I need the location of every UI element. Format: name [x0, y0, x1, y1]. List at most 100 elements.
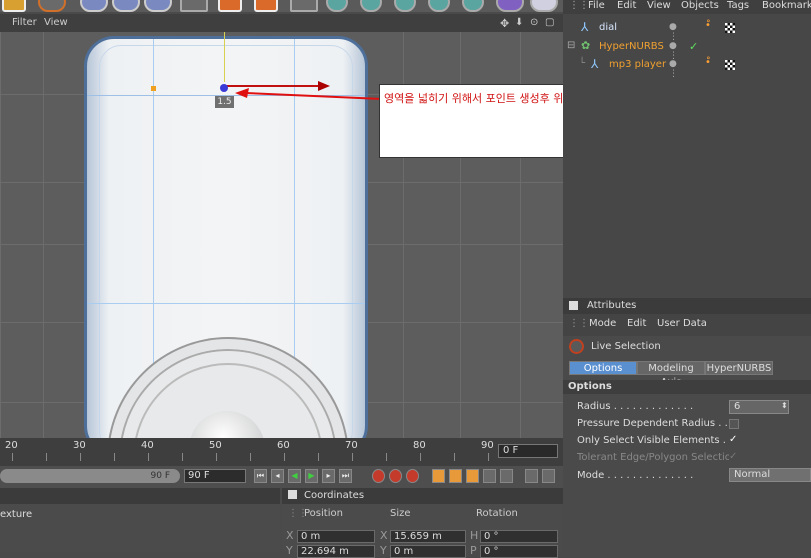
menu-filter[interactable]: Filter [12, 17, 37, 28]
rot-p-label: P [470, 544, 477, 557]
menu-mode[interactable]: Mode [589, 318, 616, 329]
size-y-label: Y [380, 544, 387, 557]
mode-dropdown[interactable]: Normal [729, 468, 811, 482]
menu-edit[interactable]: Edit [627, 318, 646, 329]
key-scale-icon[interactable] [449, 469, 462, 483]
pos-y-label: Y [286, 544, 293, 557]
menu-objects[interactable]: Objects [681, 0, 719, 11]
viewport-rotate-icon[interactable]: ⊙ [530, 17, 538, 28]
viewport-zoom-icon[interactable]: ⬇ [515, 17, 523, 28]
timeline[interactable]: 20 30 40 50 60 70 80 90 0 F [0, 438, 563, 466]
toolbar-coordinate-icon[interactable] [180, 0, 208, 12]
record-icon[interactable] [372, 469, 385, 483]
toolbar-render-settings-icon[interactable] [290, 0, 318, 12]
key-pla-icon[interactable] [500, 469, 513, 483]
frame-range-slider[interactable]: 90 F [0, 469, 180, 483]
toolbar-z-axis-icon[interactable] [144, 0, 172, 12]
next-key-icon[interactable]: ▸ [322, 469, 335, 483]
go-to-start-icon[interactable]: ⏮ [254, 469, 267, 483]
tab-modeling-axis[interactable]: Modeling Axis [637, 361, 705, 388]
toolbar-deformer-icon[interactable] [462, 0, 484, 12]
radius-field[interactable]: 6 [729, 400, 789, 414]
toolbar-cube-icon[interactable] [326, 0, 348, 12]
spline-point[interactable] [151, 86, 156, 91]
tag-material-icon[interactable] [725, 23, 735, 33]
object-row-hypernurbs[interactable]: ⊟ ✿ HyperNURBS ● ⋮ ✓ [563, 39, 811, 61]
timeline-settings-icon[interactable] [542, 469, 555, 483]
null-object-icon: ⅄ [581, 20, 589, 34]
menu-tags[interactable]: Tags [727, 0, 749, 11]
keyframe-selection-icon[interactable] [406, 469, 419, 483]
end-frame-field[interactable]: 90 F [184, 469, 246, 483]
menu-texture[interactable]: exture [0, 509, 32, 520]
toolbar-render-icon[interactable] [218, 0, 242, 12]
play-forward-icon[interactable]: ▶ [305, 469, 318, 483]
toolbar-tool-icon[interactable] [2, 0, 26, 12]
object-name[interactable]: dial [599, 22, 617, 33]
x-axis-handle[interactable] [226, 85, 322, 87]
visibility-dots-icon[interactable]: ● ⋮ [669, 59, 683, 79]
toolbar-light-icon[interactable] [530, 0, 558, 12]
main-toolbar [0, 0, 563, 12]
panel-handle-icon[interactable] [569, 301, 578, 310]
menu-view[interactable]: View [647, 0, 671, 11]
tick-label: 20 [5, 440, 18, 451]
size-x-label: X [380, 529, 388, 542]
object-row-mp3-player[interactable]: └ ⅄ mp3 player ● ⋮ •̊ [563, 57, 811, 79]
object-name[interactable]: HyperNURBS [599, 41, 664, 52]
toolbar-nurbs-icon[interactable] [394, 0, 416, 12]
expand-icon[interactable]: ⊟ [567, 40, 575, 51]
current-frame-field[interactable]: 0 F [498, 444, 558, 458]
mode-label: Mode . . . . . . . . . . . . . . [577, 470, 694, 481]
toolbar-render-view-icon[interactable] [254, 0, 278, 12]
visible-elements-checkbox[interactable]: ✓ [729, 435, 739, 446]
size-x-field[interactable]: 15.659 m [390, 530, 466, 543]
panel-handle-icon[interactable] [288, 490, 297, 499]
menu-view[interactable]: View [44, 17, 68, 28]
toolbar-x-axis-icon[interactable] [80, 0, 108, 12]
tag-material-icon[interactable] [725, 60, 735, 70]
toolbar-array-icon[interactable] [428, 0, 450, 12]
play-backward-icon[interactable]: ◀ [288, 469, 301, 483]
prev-key-icon[interactable]: ◂ [271, 469, 284, 483]
viewport-maximize-icon[interactable]: ▢ [545, 17, 554, 28]
position-x-field[interactable]: 0 m [297, 530, 375, 543]
object-name[interactable]: mp3 player [609, 59, 666, 70]
visibility-dots-icon[interactable]: ● ⋮ [669, 41, 683, 61]
menu-file[interactable]: File [588, 0, 605, 11]
viewport-move-icon[interactable]: ✥ [500, 17, 509, 30]
tick-label: 30 [73, 440, 86, 451]
menu-edit[interactable]: Edit [617, 0, 636, 11]
tab-hypernurbs[interactable]: HyperNURBS [705, 361, 773, 375]
object-row-dial[interactable]: ⅄ dial ● ⋮ •̊ [563, 20, 811, 42]
key-rotation-icon[interactable] [466, 469, 479, 483]
go-to-end-icon[interactable]: ⏭ [339, 469, 352, 483]
toolbar-scene-icon[interactable] [496, 0, 524, 12]
hypernurbs-icon: ✿ [581, 39, 591, 52]
tick-label: 60 [277, 440, 290, 451]
tolerant-selection-label: Tolerant Edge/Polygon Selection [577, 452, 738, 463]
toolbar-rotate-icon[interactable] [38, 0, 66, 12]
live-selection-icon [569, 339, 584, 354]
visibility-dots-icon[interactable]: ● ⋮ [669, 22, 683, 42]
selected-point[interactable] [220, 84, 228, 92]
tab-options[interactable]: Options [569, 361, 637, 375]
toolbar-pen-icon[interactable] [360, 0, 382, 12]
radius-label: Radius . . . . . . . . . . . . . [577, 401, 694, 412]
stepper-icon[interactable]: ⬍ [781, 401, 788, 410]
menu-bookmarks[interactable]: Bookmarks [762, 0, 811, 11]
transport-bar: 90 F 90 F ⏮ ◂ ◀ ▶ ▸ ⏭ [0, 466, 563, 488]
autokey-icon[interactable] [389, 469, 402, 483]
rotation-h-field[interactable]: 0 ° [480, 530, 558, 543]
tolerant-selection-checkbox[interactable]: ✓ [729, 452, 739, 463]
key-position-icon[interactable] [432, 469, 445, 483]
menu-user-data[interactable]: User Data [657, 318, 707, 329]
toolbar-y-axis-icon[interactable] [112, 0, 140, 12]
tag-phong-icon[interactable]: •̊ [705, 57, 715, 68]
material-header [0, 488, 280, 504]
enabled-check-icon[interactable]: ✓ [689, 40, 698, 53]
interpolation-icon[interactable] [525, 469, 538, 483]
tag-phong-icon[interactable]: •̊ [705, 20, 715, 31]
pressure-radius-checkbox[interactable] [729, 419, 739, 429]
key-parameter-icon[interactable] [483, 469, 496, 483]
